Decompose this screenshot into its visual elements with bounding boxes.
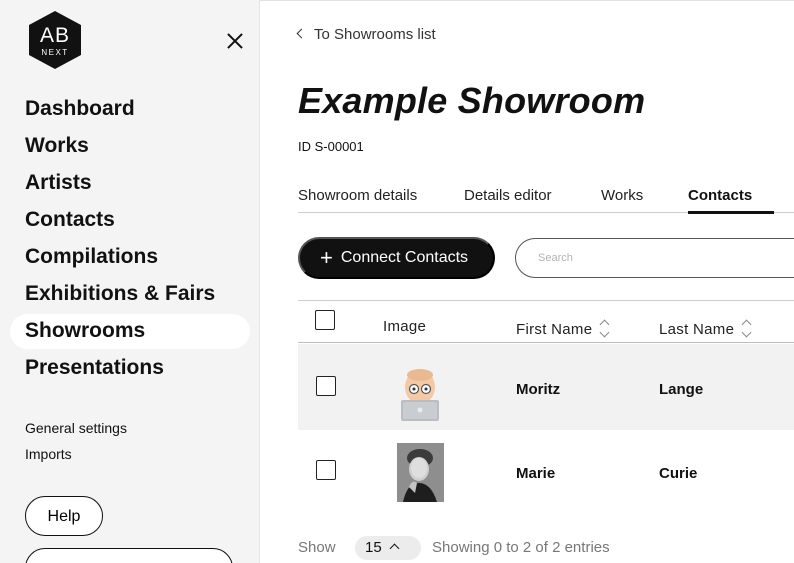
sort-icon: [742, 321, 752, 337]
page-size-select[interactable]: 15: [355, 536, 421, 560]
memoji-avatar-icon: [401, 369, 439, 421]
sidebar-bottom-button[interactable]: [25, 548, 233, 563]
tab-bar: Showroom details Details editor Works Co…: [298, 185, 794, 214]
sort-icon: [600, 321, 610, 337]
page-title: Example Showroom: [298, 80, 646, 121]
general-settings-link[interactable]: General settings: [25, 418, 127, 444]
app-logo[interactable]: AB NEXT: [26, 10, 84, 70]
select-all-checkbox[interactable]: [315, 310, 335, 330]
help-button[interactable]: Help: [25, 496, 103, 536]
last-name-header-label: Last Name: [659, 321, 735, 338]
column-header-first-name[interactable]: First Name: [516, 318, 610, 338]
sidebar-item-artists[interactable]: Artists: [10, 166, 250, 201]
show-label: Show: [298, 539, 336, 556]
column-header-last-name[interactable]: Last Name: [659, 318, 752, 338]
first-name-cell: Moritz: [516, 381, 561, 398]
chevron-up-icon: [389, 543, 400, 554]
showroom-id: ID S-00001: [298, 139, 364, 154]
sidebar-item-works[interactable]: Works: [10, 129, 250, 164]
row-checkbox[interactable]: [316, 376, 336, 396]
tab-details-editor[interactable]: Details editor: [464, 187, 552, 204]
table-header: Image First Name Last Name: [298, 301, 794, 343]
sidebar-item-compilations[interactable]: Compilations: [10, 240, 250, 275]
sidebar-item-dashboard[interactable]: Dashboard: [10, 92, 250, 127]
sidebar: AB NEXT Dashboard Works Artists Contacts…: [0, 0, 260, 563]
first-name-header-label: First Name: [516, 321, 593, 338]
plus-icon: +: [320, 245, 333, 270]
sidebar-item-exhibitions-fairs[interactable]: Exhibitions & Fairs: [10, 277, 250, 312]
back-to-showrooms-link[interactable]: To Showrooms list: [296, 26, 436, 43]
portrait-photo-icon: [397, 443, 444, 502]
main-content: To Showrooms list Example Showroom ID S-…: [260, 0, 794, 563]
memoji-laptop-avatar: [397, 367, 443, 421]
sidebar-item-presentations[interactable]: Presentations: [10, 351, 250, 386]
tab-contacts[interactable]: Contacts: [688, 187, 752, 204]
first-name-cell: Marie: [516, 465, 556, 482]
sidebar-secondary-links: General settings Imports: [25, 418, 127, 470]
last-name-cell: Lange: [659, 381, 704, 398]
tab-works[interactable]: Works: [601, 187, 643, 204]
search-input[interactable]: [515, 238, 794, 278]
chevron-left-icon: [296, 28, 307, 39]
row-checkbox[interactable]: [316, 460, 336, 480]
page-size-value: 15: [365, 539, 382, 556]
top-divider: [260, 0, 794, 1]
imports-link[interactable]: Imports: [25, 444, 127, 470]
close-sidebar-icon[interactable]: [222, 28, 248, 54]
sidebar-nav: Dashboard Works Artists Contacts Compila…: [10, 92, 250, 388]
column-header-image: Image: [383, 318, 427, 335]
logo-text-top: AB: [39, 24, 70, 47]
active-tab-indicator: [688, 211, 774, 214]
tab-showroom-details[interactable]: Showroom details: [298, 187, 417, 204]
portrait-photo-avatar: [397, 443, 444, 502]
connect-contacts-label: Connect Contacts: [340, 249, 469, 266]
entries-info: Showing 0 to 2 of 2 entries: [432, 539, 610, 556]
last-name-cell: Curie: [659, 465, 698, 482]
logo-text-bottom: NEXT: [41, 48, 69, 57]
table-row[interactable]: Moritz Lange: [298, 344, 794, 430]
sidebar-item-contacts[interactable]: Contacts: [10, 203, 250, 238]
connect-contacts-button[interactable]: + Connect Contacts: [298, 237, 495, 279]
table-row[interactable]: Marie Curie: [298, 430, 794, 516]
back-link-label: To Showrooms list: [314, 26, 436, 43]
sidebar-item-showrooms[interactable]: Showrooms: [10, 314, 250, 349]
